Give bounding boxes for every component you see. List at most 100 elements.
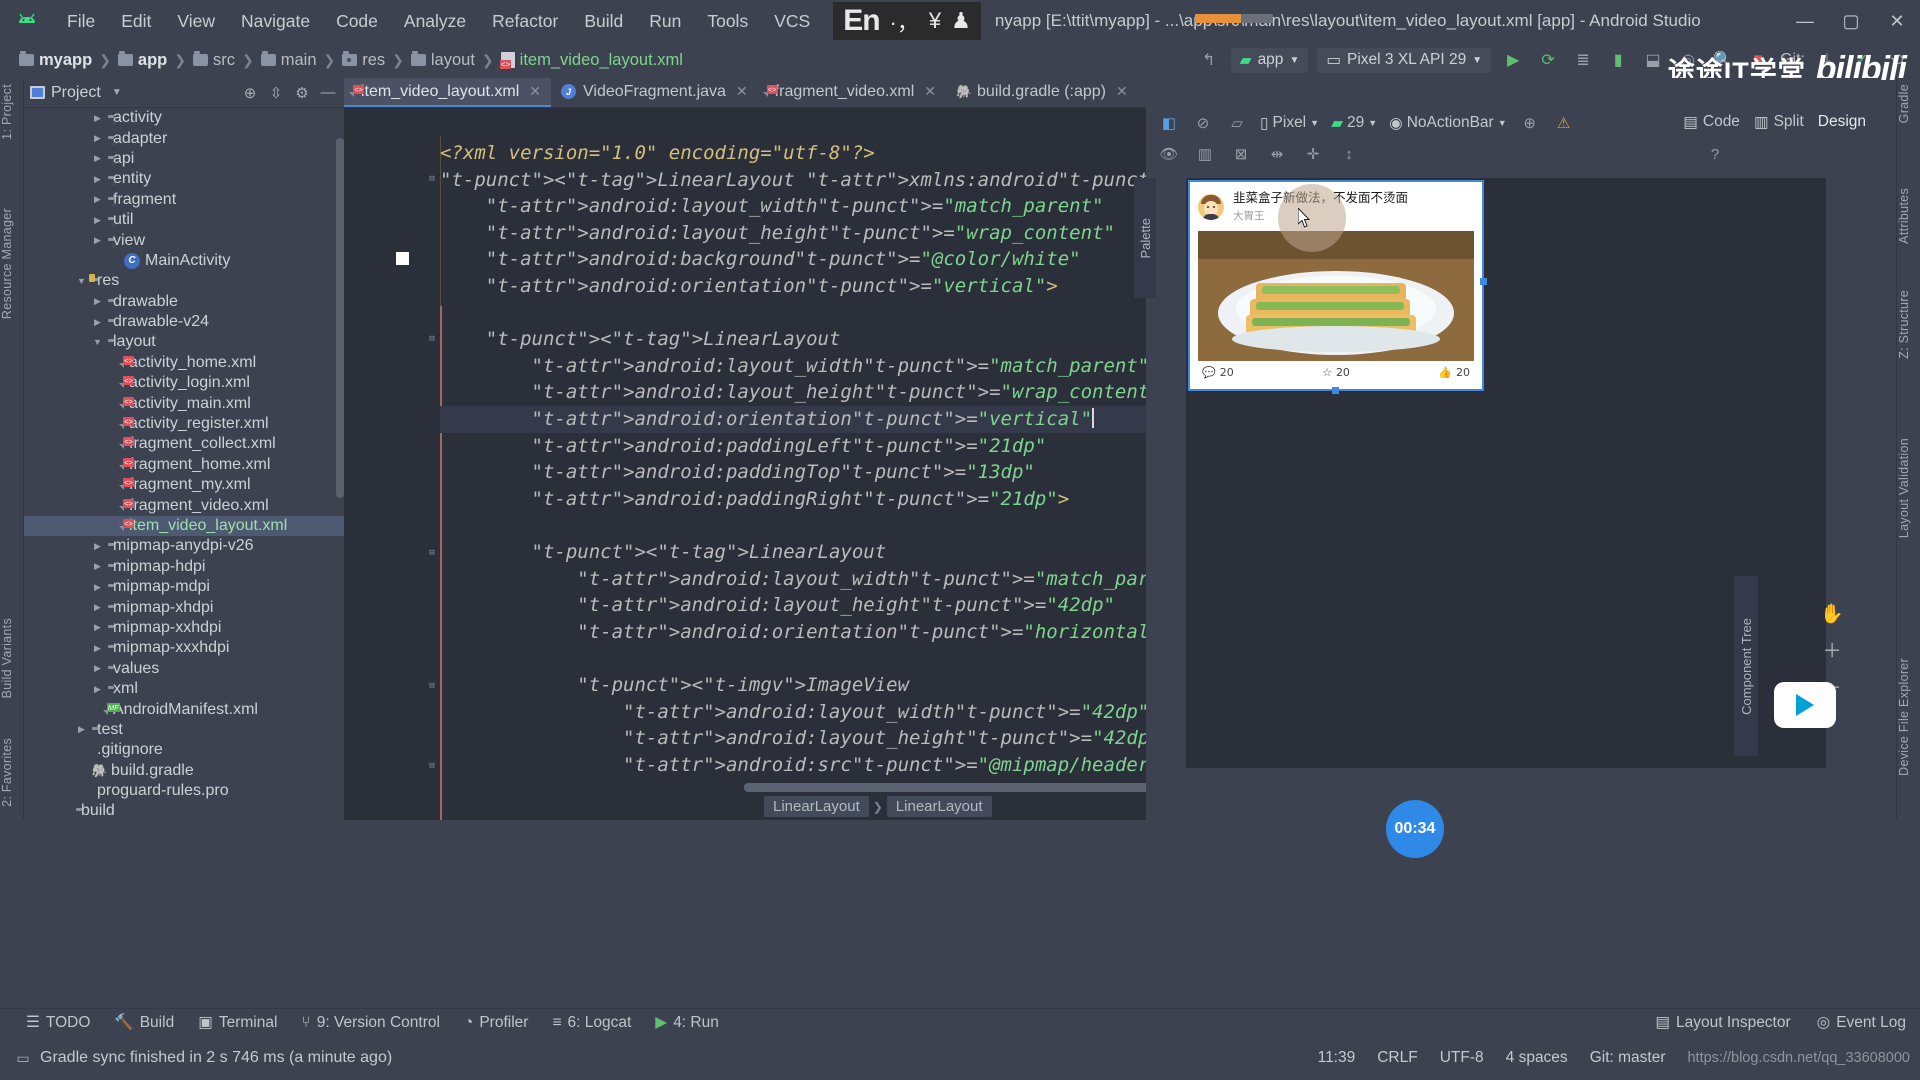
rail-tab-device-explorer[interactable]: Device File Explorer xyxy=(1897,658,1920,776)
code-line-13[interactable]: "t-attr">android:paddingTop"t-punct">="1… xyxy=(440,459,1035,486)
status-encoding[interactable]: UTF-8 xyxy=(1440,1049,1484,1067)
avd-manager-icon[interactable]: ▮ xyxy=(1605,47,1631,73)
code-line-24[interactable]: "t-attr">android:src"t-punct">="@mipmap/… xyxy=(440,752,1195,779)
locale-icon[interactable]: ⊕ xyxy=(1519,112,1541,134)
tree-item-mipmap-xhdpi[interactable]: ▶ mipmap-xhdpi xyxy=(24,597,344,617)
tree-item-activity[interactable]: ▶ activity xyxy=(24,108,344,128)
menu-item-refactor[interactable]: Refactor xyxy=(479,7,571,36)
maximize-button[interactable]: ▢ xyxy=(1828,0,1874,42)
bottom-tab-terminal[interactable]: ▣ Terminal xyxy=(198,1013,277,1032)
tree-item-test[interactable]: ▶ test xyxy=(24,720,344,740)
code-line-12[interactable]: "t-attr">android:paddingLeft"t-punct">="… xyxy=(440,433,1047,460)
rail-tab-resource-manager[interactable]: Resource Manager xyxy=(0,208,24,319)
breadcrumb-item-file[interactable]: item_video_layout.xml xyxy=(498,51,686,70)
tree-expand-arrow[interactable]: ▼ xyxy=(92,337,103,347)
tree-expand-arrow[interactable]: ▶ xyxy=(92,582,103,593)
menu-item-build[interactable]: Build xyxy=(571,7,636,36)
menu-item-view[interactable]: View xyxy=(164,7,228,36)
tree-expand-arrow[interactable]: ▶ xyxy=(92,235,103,246)
blueprint-toggle-icon[interactable]: ⊘ xyxy=(1192,112,1214,134)
tree-item--gitignore[interactable]: .gitignore xyxy=(24,740,344,760)
breadcrumb-item-layout[interactable]: layout xyxy=(408,51,478,70)
debug-button[interactable]: ⟳ xyxy=(1535,47,1561,73)
code-line-21[interactable]: "t-punct"><"t-imgv">ImageView xyxy=(440,672,909,699)
tree-item-fragment-video-xml[interactable]: fragment_video.xml xyxy=(24,495,344,515)
help-icon[interactable]: ? xyxy=(1704,143,1726,165)
fold-icon[interactable]: ⊟ xyxy=(426,681,438,693)
resize-handle-bottom[interactable] xyxy=(1332,387,1339,394)
tree-item-mipmap-xxhdpi[interactable]: ▶ mipmap-xxhdpi xyxy=(24,618,344,638)
tree-item-mipmap-hdpi[interactable]: ▶ mipmap-hdpi xyxy=(24,557,344,577)
rail-tab-project[interactable]: 1: Project xyxy=(0,84,24,140)
menu-item-vcs[interactable]: VCS xyxy=(761,7,823,36)
apply-changes-icon[interactable]: ≣ xyxy=(1570,47,1596,73)
status-indent[interactable]: 4 spaces xyxy=(1506,1049,1568,1067)
bottom-tab-run[interactable]: ▶ 4: Run xyxy=(655,1013,719,1032)
hide-panel-icon[interactable]: — xyxy=(318,83,338,103)
rail-tab-favorites[interactable]: 2: Favorites xyxy=(0,738,24,807)
tree-item-build-gradle[interactable]: 🐘 build.gradle xyxy=(24,761,344,781)
orientation-icon[interactable]: ▱ xyxy=(1226,112,1248,134)
rail-tab-structure[interactable]: Z: Structure xyxy=(1897,290,1920,359)
close-icon[interactable]: ✕ xyxy=(1116,83,1128,100)
tree-expand-arrow[interactable]: ▶ xyxy=(92,541,103,552)
tree-item-layout[interactable]: ▼ layout xyxy=(24,332,344,352)
menu-item-file[interactable]: File xyxy=(54,7,108,36)
tree-item-activity-login-xml[interactable]: activity_login.xml xyxy=(24,373,344,393)
favorite-stat[interactable]: ☆ 20 xyxy=(1322,366,1350,379)
tree-item-util[interactable]: ▶ util xyxy=(24,210,344,230)
fold-icon[interactable]: ⊟ xyxy=(426,548,438,560)
close-button[interactable]: ✕ xyxy=(1874,0,1920,42)
ime-skin-icon[interactable]: ♟ xyxy=(951,8,971,34)
code-line-16[interactable]: "t-punct"><"t-tag">LinearLayout xyxy=(440,539,887,566)
breadcrumb-item-src[interactable]: src xyxy=(190,51,238,70)
tree-expand-arrow[interactable]: ▶ xyxy=(92,133,103,144)
editor-gutter[interactable] xyxy=(344,136,440,820)
tree-expand-arrow[interactable]: ▶ xyxy=(92,317,103,328)
breadcrumb-linearlayout-outer[interactable]: LinearLayout xyxy=(764,796,869,817)
tree-item-res[interactable]: ▼ res xyxy=(24,271,344,291)
project-file-tree[interactable]: ▶ activity ▶ adapter ▶ api ▶ entity ▶ fragment ▶ ut… xyxy=(24,108,344,820)
menu-item-edit[interactable]: Edit xyxy=(108,7,164,36)
tree-expand-arrow[interactable]: ▶ xyxy=(92,622,103,633)
status-line-separator[interactable]: CRLF xyxy=(1377,1049,1417,1067)
bottom-tab-build[interactable]: 🔨 Build xyxy=(114,1013,174,1032)
code-line-17[interactable]: "t-attr">android:layout_width"t-punct">=… xyxy=(440,566,1195,593)
code-line-4[interactable]: "t-attr">android:layout_height"t-punct">… xyxy=(440,220,1115,247)
pan-icon[interactable]: ✋ xyxy=(1820,602,1844,626)
tree-expand-arrow[interactable]: ▶ xyxy=(92,153,103,164)
tree-expand-arrow[interactable]: ▶ xyxy=(92,113,103,124)
ime-currency-icon[interactable]: ¥ xyxy=(929,8,941,34)
code-line-10[interactable]: "t-attr">android:layout_height"t-punct">… xyxy=(440,379,1161,406)
code-line-1[interactable]: <?xml version="1.0" encoding="utf-8"?> xyxy=(440,140,875,167)
zoom-in-icon[interactable]: ＋ xyxy=(1823,636,1842,663)
menu-item-tools[interactable]: Tools xyxy=(694,7,761,36)
code-line-14[interactable]: "t-attr">android:paddingRight"t-punct">=… xyxy=(440,486,1070,513)
tree-item-fragment[interactable]: ▶ fragment xyxy=(24,190,344,210)
rail-tab-attributes[interactable]: Attributes xyxy=(1897,188,1920,244)
tree-item-proguard-rules-pro[interactable]: proguard-rules.pro xyxy=(24,781,344,801)
fold-icon[interactable]: ⊟ xyxy=(426,761,438,773)
tree-item-activity-main-xml[interactable]: activity_main.xml xyxy=(24,393,344,413)
tree-expand-arrow[interactable]: ▶ xyxy=(92,215,103,226)
tree-item-xml[interactable]: ▶ xml xyxy=(24,679,344,699)
editor-tab-fragment-video-xml[interactable]: fragment_video.xml ✕ xyxy=(758,78,946,107)
tree-expand-arrow[interactable]: ▶ xyxy=(76,724,87,735)
breadcrumb-item-main[interactable]: main xyxy=(258,51,320,70)
panel-settings-icon[interactable]: ⚙ xyxy=(292,83,312,103)
code-line-5[interactable]: "t-attr">android:background"t-punct">="@… xyxy=(440,246,1081,273)
ime-punctuation-icon[interactable]: ·， xyxy=(890,5,919,37)
tree-item-api[interactable]: ▶ api xyxy=(24,149,344,169)
code-line-3[interactable]: "t-attr">android:layout_width"t-punct">=… xyxy=(440,193,1104,220)
constraints-off-icon[interactable]: ⊠ xyxy=(1230,143,1252,165)
bottom-tab-todo[interactable]: ☰ TODO xyxy=(26,1013,90,1032)
code-line-22[interactable]: "t-attr">android:layout_width"t-punct">=… xyxy=(440,699,1149,726)
align-icon[interactable]: ✛ xyxy=(1302,143,1324,165)
minimize-button[interactable]: — xyxy=(1782,0,1828,42)
code-line-9[interactable]: "t-attr">android:layout_width"t-punct">=… xyxy=(440,353,1150,380)
breadcrumb-item-res[interactable]: res xyxy=(339,51,388,70)
code-line-6[interactable]: "t-attr">android:orientation"t-punct">="… xyxy=(440,273,1058,300)
tree-expand-arrow[interactable]: ▶ xyxy=(92,174,103,185)
back-navigation-icon[interactable]: ↰ xyxy=(1196,47,1222,73)
tree-item-fragment-collect-xml[interactable]: fragment_collect.xml xyxy=(24,434,344,454)
